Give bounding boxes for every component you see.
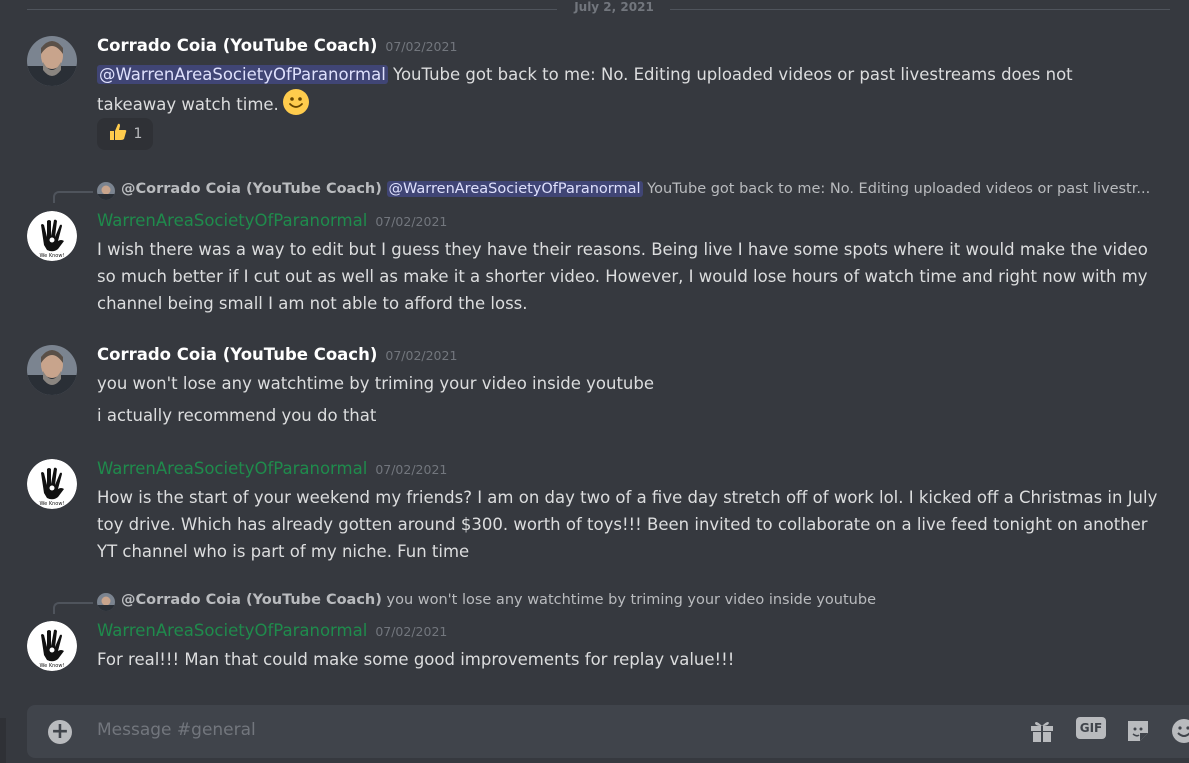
avatar-warren[interactable]: We Know! [27,211,77,261]
reply-author[interactable]: @Corrado Coia (YouTube Coach) [121,181,382,197]
reply-mention[interactable]: @WarrenAreaSocietyOfParanormal [386,181,643,197]
message-content: i actually recommend you do that [97,406,377,425]
reply-preview[interactable]: @Corrado Coia (YouTube Coach) you won't … [0,592,1189,614]
date-divider: July 2, 2021 [0,0,1189,14]
message-content: For real!!! Man that could make some goo… [97,650,735,669]
timestamp: 07/02/2021 [385,39,458,54]
username[interactable]: WarrenAreaSocietyOfParanormal [97,621,367,640]
thumbs-up-icon [108,122,128,146]
slightly-smiling-face-icon [282,88,310,124]
avatar-corrado[interactable] [27,36,77,86]
svg-text:We Know!: We Know! [40,501,65,507]
message-composer: + Message #general GIF [27,705,1189,758]
reply-spine [53,191,93,203]
avatar-warren[interactable]: We Know! [27,621,77,671]
edge-strip [0,718,6,763]
reply-text: @Corrado Coia (YouTube Coach) you won't … [121,592,876,608]
svg-text:We Know!: We Know! [40,663,65,669]
avatar-warren[interactable]: We Know! [27,459,77,509]
reaction-thumbs-up[interactable]: 1 [97,118,153,150]
reaction-count: 1 [133,126,143,142]
username[interactable]: WarrenAreaSocietyOfParanormal [97,211,367,230]
user-mention[interactable]: @WarrenAreaSocietyOfParanormal [97,65,388,84]
message-content: you won't lose any watchtime by triming … [97,374,655,393]
reply-author[interactable]: @Corrado Coia (YouTube Coach) [121,592,382,608]
timestamp: 07/02/2021 [375,462,448,477]
gif-icon[interactable]: GIF [1076,717,1106,739]
reply-avatar [97,182,115,200]
message-input[interactable]: Message #general [97,720,256,740]
message-content: How is the start of your weekend my frie… [97,488,1158,561]
date-divider-label: July 2, 2021 [562,0,666,14]
gift-icon[interactable] [1029,718,1055,748]
username[interactable]: Corrado Coia (YouTube Coach) [97,36,377,55]
reply-text: @Corrado Coia (YouTube Coach) @WarrenAre… [121,181,1151,197]
reply-avatar [97,593,115,611]
timestamp: 07/02/2021 [375,624,448,639]
svg-text:We Know!: We Know! [40,253,65,259]
username[interactable]: WarrenAreaSocietyOfParanormal [97,459,367,478]
username[interactable]: Corrado Coia (YouTube Coach) [97,345,377,364]
message-content: @WarrenAreaSocietyOfParanormal YouTube g… [97,61,1162,124]
message-list[interactable]: July 2, 2021 Corrado Coia (YouTube Coach… [0,0,1189,700]
timestamp: 07/02/2021 [375,214,448,229]
plus-icon[interactable]: + [48,720,72,744]
emoji-icon[interactable] [1171,718,1189,748]
reply-spine [53,602,93,614]
message-content: I wish there was a way to edit but I gue… [97,240,1148,313]
avatar-corrado[interactable] [27,345,77,395]
timestamp: 07/02/2021 [385,348,458,363]
sticker-icon[interactable] [1125,718,1151,748]
reply-preview[interactable]: @Corrado Coia (YouTube Coach) @WarrenAre… [0,181,1189,203]
